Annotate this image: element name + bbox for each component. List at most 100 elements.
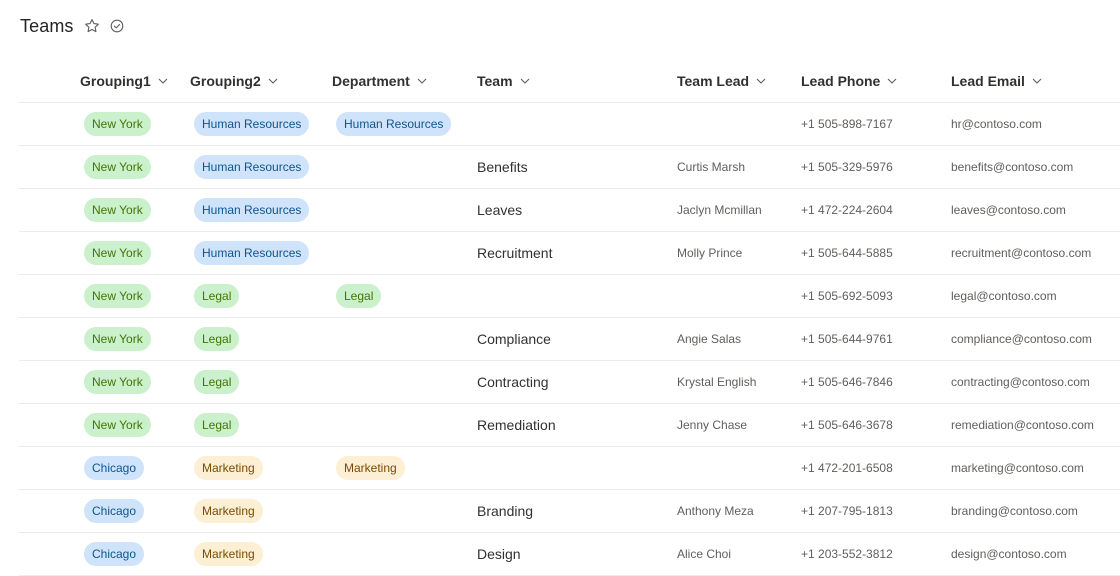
lead-phone-cell: +1 505-646-7846 — [801, 361, 893, 403]
chevron-down-icon — [756, 78, 766, 84]
lead-email-cell: recruitment@contoso.com — [951, 232, 1091, 274]
team-lead: Jaclyn Mcmillan — [677, 203, 762, 217]
lead-phone: +1 505-329-5976 — [801, 160, 893, 174]
lead-email-cell: remediation@contoso.com — [951, 404, 1094, 446]
grouping2-cell: Legal — [194, 361, 240, 403]
page-header: Teams — [20, 14, 124, 38]
team-name: Design — [477, 546, 521, 562]
grouping1-pill: Chicago — [84, 456, 145, 480]
grouping2-pill: Human Resources — [194, 112, 310, 136]
lead-email-cell: legal@contoso.com — [951, 275, 1057, 317]
grouping2-pill: Human Resources — [194, 155, 310, 179]
team-lead: Anthony Meza — [677, 504, 754, 518]
grouping2-pill: Legal — [194, 370, 240, 394]
team-lead-cell: Angie Salas — [677, 318, 741, 360]
lead-phone-cell: +1 505-329-5976 — [801, 146, 893, 188]
column-header-department[interactable]: Department — [332, 60, 427, 102]
lead-email-cell: leaves@contoso.com — [951, 189, 1066, 231]
grouping1-cell: New York — [84, 361, 151, 403]
table-row[interactable]: New York Legal Compliance Angie Salas +1 505… — [19, 318, 1120, 361]
column-header-grouping1[interactable]: Grouping1 — [80, 60, 168, 102]
team-name-cell: Branding — [477, 490, 533, 532]
lead-phone: +1 472-224-2604 — [801, 203, 893, 217]
team-lead-cell: Curtis Marsh — [677, 146, 745, 188]
lead-phone: +1 505-898-7167 — [801, 117, 893, 131]
grouping2-pill: Human Resources — [194, 198, 310, 222]
team-name: Remediation — [477, 417, 556, 433]
team-lead: Alice Choi — [677, 547, 732, 561]
grouping2-cell: Marketing — [194, 447, 263, 489]
grouping1-cell: New York — [84, 275, 151, 317]
lead-email-cell: design@contoso.com — [951, 533, 1067, 575]
grouping1-cell: New York — [84, 318, 151, 360]
grouping1-pill: New York — [84, 413, 151, 437]
team-lead: Krystal English — [677, 375, 757, 389]
table-row[interactable]: Chicago Marketing Design Alice Choi +1 203-5… — [19, 533, 1120, 576]
column-header-team-lead[interactable]: Team Lead — [677, 60, 766, 102]
lead-email: legal@contoso.com — [951, 289, 1057, 303]
column-header-lead-email[interactable]: Lead Email — [951, 60, 1042, 102]
department-cell: Legal — [336, 275, 382, 317]
team-name-cell: Contracting — [477, 361, 549, 403]
team-name-cell: Leaves — [477, 189, 522, 231]
team-lead: Jenny Chase — [677, 418, 748, 432]
table-row[interactable]: New York Human Resources Recruitment Molly … — [19, 232, 1120, 275]
lead-email: design@contoso.com — [951, 547, 1067, 561]
team-lead-cell: Krystal English — [677, 361, 756, 403]
grouping1-pill: New York — [84, 284, 151, 308]
star-icon[interactable] — [84, 18, 100, 34]
team-lead: Curtis Marsh — [677, 160, 746, 174]
lead-phone-cell: +1 505-692-5093 — [801, 275, 893, 317]
grouping1-cell: Chicago — [84, 533, 145, 575]
lead-phone: +1 207-795-1813 — [801, 504, 893, 518]
team-name: Leaves — [477, 202, 523, 218]
team-name: Contracting — [477, 374, 549, 390]
grouping2-pill: Legal — [194, 327, 240, 351]
team-lead-cell: Molly Prince — [677, 232, 742, 274]
grouping2-cell: Legal — [194, 275, 240, 317]
grouping1-pill: New York — [84, 370, 151, 394]
department-pill: Legal — [336, 284, 382, 308]
grouping2-pill: Marketing — [194, 499, 263, 523]
lead-email-cell: marketing@contoso.com — [951, 447, 1084, 489]
table-row[interactable]: New York Legal Remediation Jenny Chase +1 50… — [19, 404, 1120, 447]
lead-email: branding@contoso.com — [951, 504, 1078, 518]
table-row[interactable]: New York Human Resources Leaves Jaclyn Mcmi… — [19, 189, 1120, 232]
check-circle-icon[interactable] — [110, 19, 124, 33]
team-lead-cell: Anthony Meza — [677, 490, 754, 532]
table-row[interactable]: Chicago Marketing Marketing +1 472-201-6508… — [19, 447, 1120, 490]
table-row[interactable]: New York Legal Legal +1 505-692-5093 legal@c… — [19, 275, 1120, 318]
grouping1-pill: Chicago — [84, 542, 145, 566]
column-header-lead-phone[interactable]: Lead Phone — [801, 60, 897, 102]
grouping1-pill: New York — [84, 198, 151, 222]
table-row[interactable]: Chicago Marketing Branding Anthony Meza +1 2… — [19, 490, 1120, 533]
team-lead-cell: Alice Choi — [677, 533, 731, 575]
table-row[interactable]: New York Human Resources Benefits Curtis Ma… — [19, 146, 1120, 189]
lead-email-cell: compliance@contoso.com — [951, 318, 1092, 360]
lead-phone-cell: +1 207-795-1813 — [801, 490, 893, 532]
lead-phone-cell: +1 472-224-2604 — [801, 189, 893, 231]
column-header-grouping2[interactable]: Grouping2 — [190, 60, 278, 102]
column-header-team[interactable]: Team — [477, 60, 530, 102]
lead-phone: +1 505-646-3678 — [801, 418, 893, 432]
grouping1-pill: New York — [84, 112, 151, 136]
grouping2-cell: Legal — [194, 404, 240, 446]
team-lead-cell: Jenny Chase — [677, 404, 747, 446]
lead-phone-cell: +1 505-898-7167 — [801, 103, 893, 145]
grouping1-pill: New York — [84, 241, 151, 265]
table-row[interactable]: New York Human Resources Human Resources +1… — [19, 103, 1120, 146]
lead-email-cell: branding@contoso.com — [951, 490, 1078, 532]
grouping2-pill: Legal — [194, 413, 240, 437]
teams-list: Grouping1 Grouping2 Department Team Team… — [19, 60, 1120, 576]
department-cell: Human Resources — [336, 103, 452, 145]
lead-phone-cell: +1 203-552-3812 — [801, 533, 893, 575]
grouping1-cell: New York — [84, 103, 151, 145]
grouping2-pill: Marketing — [194, 456, 263, 480]
lead-phone: +1 203-552-3812 — [801, 547, 893, 561]
department-pill: Marketing — [336, 456, 405, 480]
table-row[interactable]: New York Legal Contracting Krystal English +… — [19, 361, 1120, 404]
lead-phone-cell: +1 472-201-6508 — [801, 447, 893, 489]
team-name-cell: Recruitment — [477, 232, 552, 274]
team-name-cell: Design — [477, 533, 521, 575]
lead-email: compliance@contoso.com — [951, 332, 1092, 346]
